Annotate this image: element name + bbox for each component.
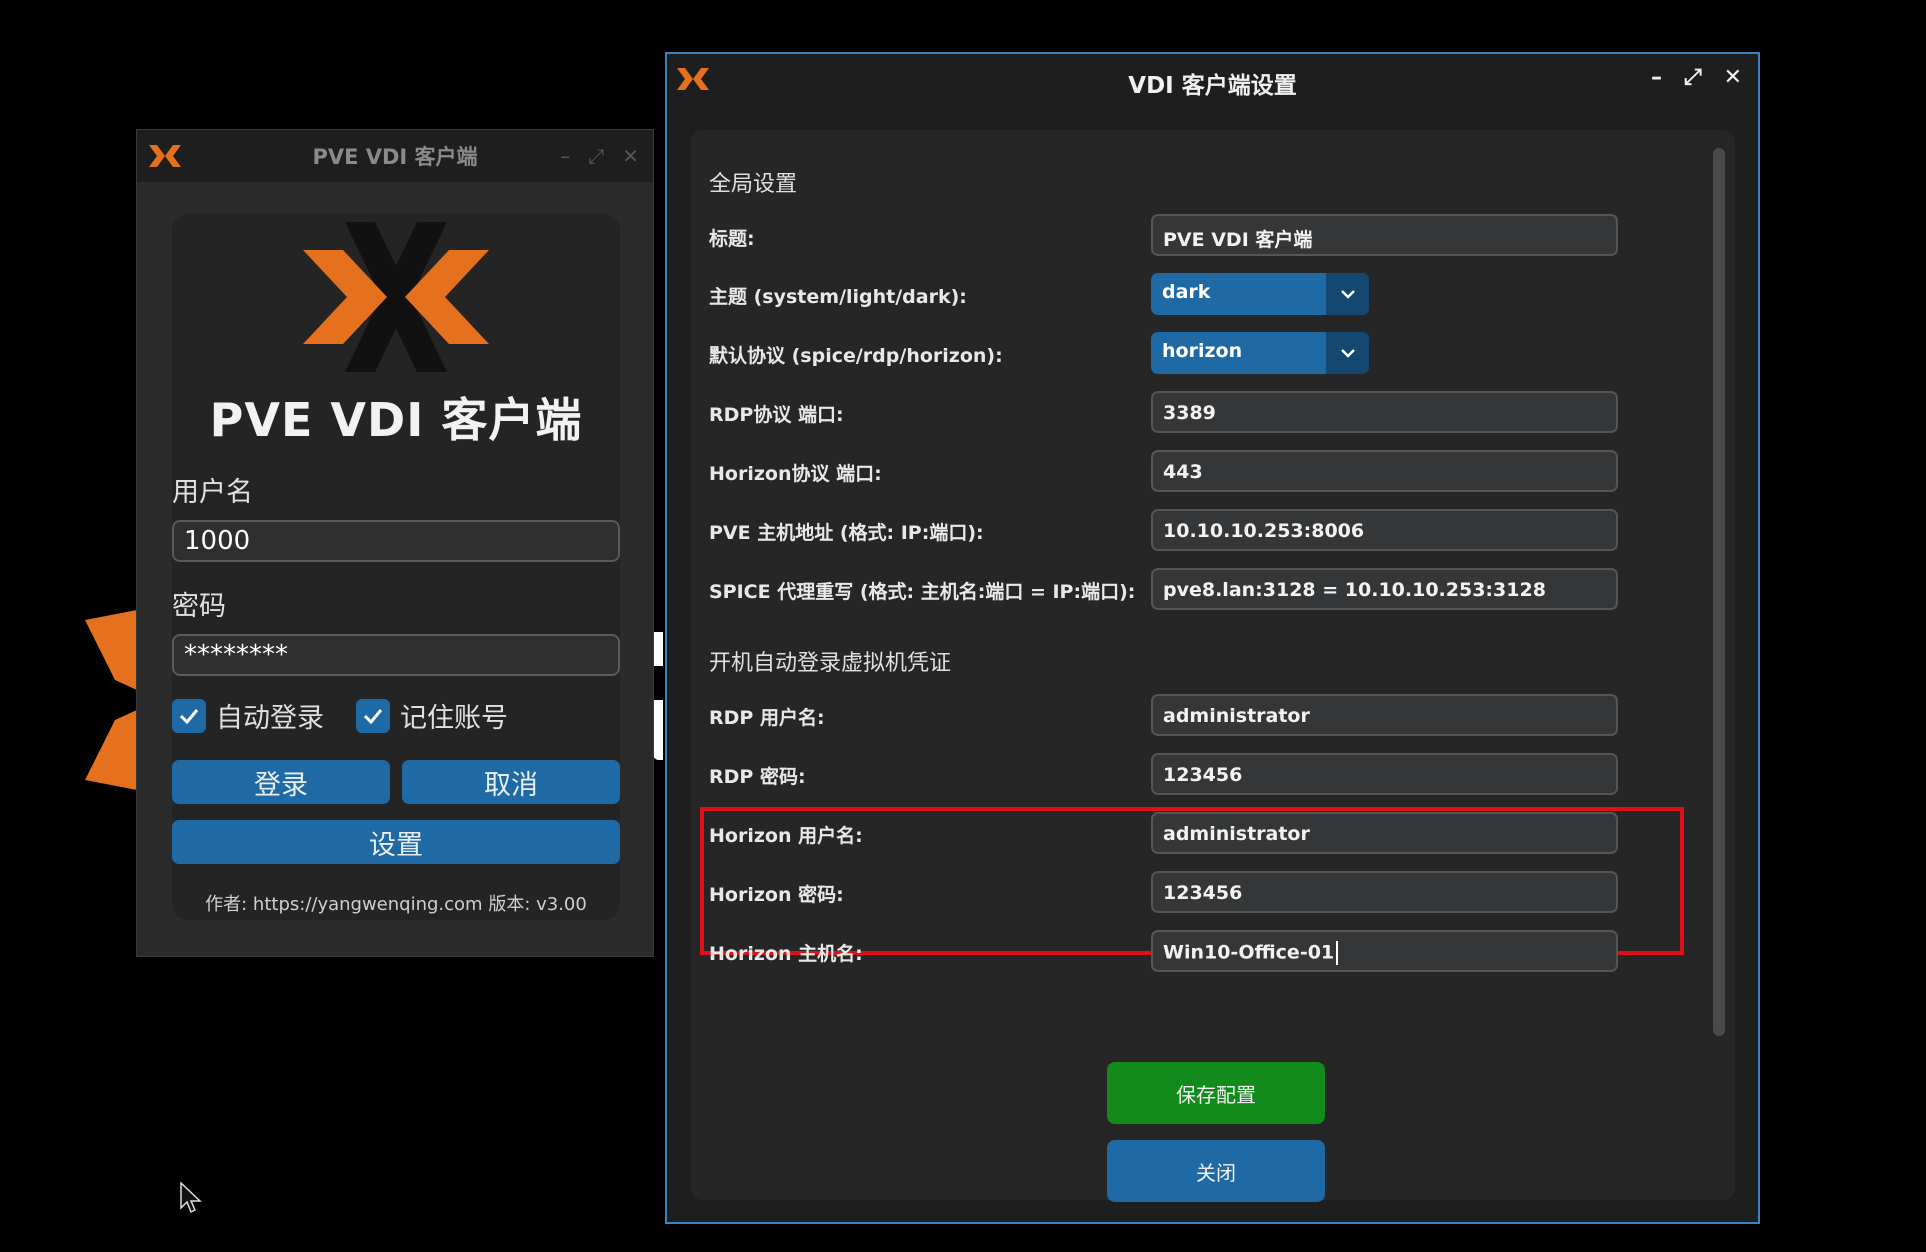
horizon-port-input[interactable]: 443 (1151, 450, 1618, 492)
mouse-cursor-icon (180, 1182, 202, 1214)
spice-proxy-input[interactable]: pve8.lan:3128 = 10.10.10.253:3128 (1151, 568, 1618, 610)
rdp-port-label: RDP协议 端口: (709, 404, 844, 426)
minimize-icon[interactable]: – (560, 144, 570, 168)
password-input[interactable]: ******** (172, 634, 620, 676)
title-input[interactable]: PVE VDI 客户端 (1151, 214, 1618, 256)
horizon-host-value: Win10-Office-01 (1163, 941, 1335, 964)
login-titlebar[interactable]: PVE VDI 客户端 – ⤢ ✕ (137, 130, 653, 182)
rdp-user-input[interactable]: administrator (1151, 694, 1618, 736)
settings-titlebar[interactable]: VDI 客户端设置 – ⤢ ✕ (667, 54, 1758, 106)
title-label: 标题: (709, 228, 755, 250)
rdp-password-label: RDP 密码: (709, 766, 806, 788)
username-input[interactable]: 1000 (172, 520, 620, 562)
checkmark-icon (363, 708, 383, 724)
theme-select-value: dark (1162, 281, 1211, 303)
close-button[interactable]: 关闭 (1107, 1140, 1325, 1202)
save-config-button[interactable]: 保存配置 (1107, 1062, 1325, 1124)
cancel-button[interactable]: 取消 (402, 760, 620, 804)
desktop-fragment-white (653, 632, 663, 666)
auto-login-label: 自动登录 (216, 703, 324, 734)
horizon-user-label: Horizon 用户名: (709, 825, 863, 847)
proxmox-logo-icon (303, 222, 489, 372)
login-button[interactable]: 登录 (172, 760, 390, 804)
close-icon[interactable]: ✕ (622, 144, 639, 168)
horizon-host-label: Horizon 主机名: (709, 943, 863, 965)
rdp-port-input[interactable]: 3389 (1151, 391, 1618, 433)
close-icon[interactable]: ✕ (1724, 65, 1742, 90)
horizon-password-input[interactable]: 123456 (1151, 871, 1618, 913)
settings-window-title: VDI 客户端设置 (1128, 73, 1297, 99)
horizon-port-label: Horizon协议 端口: (709, 463, 882, 485)
credentials-heading: 开机自动登录虚拟机凭证 (709, 651, 952, 676)
minimize-icon[interactable]: – (1651, 65, 1662, 90)
horizon-host-input[interactable]: Win10-Office-01 (1151, 930, 1618, 972)
horizon-password-label: Horizon 密码: (709, 884, 844, 906)
protocol-select-value: horizon (1162, 340, 1243, 362)
app-heading: PVE VDI 客户端 (209, 393, 583, 447)
global-settings-heading: 全局设置 (709, 172, 798, 197)
rdp-password-input[interactable]: 123456 (1151, 753, 1618, 795)
restore-icon[interactable]: ⤢ (1684, 65, 1702, 90)
settings-window: VDI 客户端设置 – ⤢ ✕ 全局设置 标题: PVE VDI 客户端 主题 … (665, 52, 1760, 1224)
login-panel: PVE VDI 客户端 用户名 1000 密码 ******** 自动登录 记住… (172, 214, 620, 920)
auto-login-checkbox[interactable] (172, 698, 206, 733)
protocol-select[interactable]: horizon (1151, 332, 1369, 374)
text-caret (1336, 941, 1339, 965)
theme-label: 主题 (system/light/dark): (709, 286, 967, 308)
theme-select[interactable]: dark (1151, 273, 1369, 315)
horizon-user-input[interactable]: administrator (1151, 812, 1618, 854)
password-label: 密码 (172, 591, 226, 622)
checkmark-icon (179, 708, 199, 724)
settings-scroll-area: 全局设置 标题: PVE VDI 客户端 主题 (system/light/da… (691, 130, 1735, 1202)
settings-button[interactable]: 设置 (172, 820, 620, 864)
chevron-down-icon[interactable] (1326, 332, 1369, 374)
login-footer: 作者: https://yangwenqing.com 版本: v3.00 (205, 894, 587, 915)
pve-host-label: PVE 主机地址 (格式: IP:端口): (709, 522, 984, 544)
pve-host-input[interactable]: 10.10.10.253:8006 (1151, 509, 1618, 551)
restore-icon[interactable]: ⤢ (588, 144, 604, 168)
vertical-scrollbar[interactable] (1713, 148, 1725, 1036)
chevron-down-icon[interactable] (1326, 273, 1369, 315)
login-window: PVE VDI 客户端 – ⤢ ✕ PVE VDI 客户端 用户名 1000 密… (137, 130, 653, 956)
desktop-fragment-white-2 (653, 700, 663, 760)
rdp-user-label: RDP 用户名: (709, 707, 825, 729)
protocol-label: 默认协议 (spice/rdp/horizon): (709, 345, 1003, 367)
username-label: 用户名 (172, 477, 253, 508)
remember-account-label: 记住账号 (400, 703, 508, 734)
remember-account-checkbox[interactable] (356, 698, 390, 733)
spice-proxy-label: SPICE 代理重写 (格式: 主机名:端口 = IP:端口): (709, 581, 1136, 603)
